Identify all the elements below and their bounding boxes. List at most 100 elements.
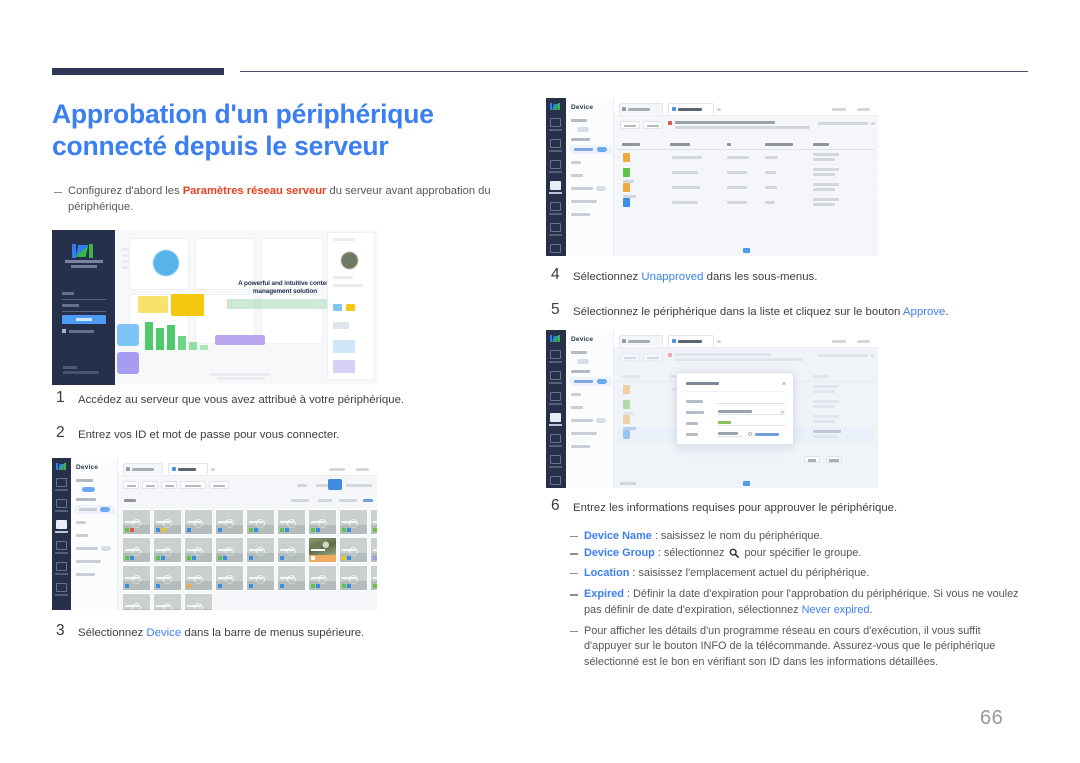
device-tile[interactable] — [153, 509, 182, 535]
toolbar-user[interactable] — [832, 340, 846, 343]
rail-icon-device[interactable] — [550, 181, 561, 190]
column-header-ip[interactable] — [727, 143, 731, 146]
rail-icon-rules[interactable] — [550, 223, 561, 232]
column-header-device-type[interactable] — [622, 143, 640, 146]
input-expired-date[interactable] — [717, 430, 743, 437]
toolbar-button[interactable] — [161, 481, 177, 489]
approve-device-dialog[interactable] — [676, 372, 794, 458]
nav-item-unapproved[interactable] — [79, 508, 97, 511]
search-input[interactable] — [346, 484, 372, 487]
nav-item-all[interactable] — [76, 479, 93, 482]
device-tile[interactable] — [122, 537, 151, 563]
nav-item-moderated[interactable] — [571, 445, 590, 448]
nav-item-batch-update[interactable] — [571, 419, 593, 422]
device-tile[interactable] — [122, 593, 151, 610]
input-location[interactable] — [717, 419, 785, 426]
rail-icon-schedule[interactable] — [550, 202, 561, 211]
table-row[interactable] — [617, 180, 875, 195]
device-tile[interactable] — [153, 565, 182, 591]
nav-item-all[interactable] — [571, 119, 587, 122]
device-tile-selected[interactable] — [308, 537, 337, 563]
device-tile[interactable] — [308, 565, 337, 591]
device-tile[interactable] — [184, 565, 213, 591]
nav-item-tags[interactable] — [76, 521, 86, 524]
nav-item-software-update[interactable] — [571, 432, 597, 435]
device-tile[interactable] — [184, 509, 213, 535]
nav-item-software-update[interactable] — [571, 200, 597, 203]
table-row[interactable] — [617, 150, 875, 165]
rail-icon-rules[interactable] — [56, 583, 67, 592]
toolbar-logout[interactable] — [857, 108, 870, 111]
rail-icon-dashboard[interactable] — [56, 478, 67, 487]
nav-item-by-group[interactable] — [571, 370, 590, 373]
device-tile[interactable] — [277, 565, 306, 591]
nav-item-batch-update[interactable] — [76, 547, 98, 550]
device-tile[interactable] — [122, 509, 151, 535]
nav-item-by-group[interactable] — [76, 498, 96, 501]
search-input[interactable] — [818, 122, 868, 125]
device-tile[interactable] — [370, 537, 377, 563]
rail-icon-dashboard[interactable] — [550, 350, 561, 359]
pagination-current-page[interactable] — [743, 248, 750, 253]
pagination-current-page[interactable] — [743, 481, 750, 486]
tab-close-icon[interactable] — [717, 340, 721, 343]
device-tile[interactable] — [153, 593, 182, 610]
password-input[interactable] — [62, 311, 106, 312]
device-tile[interactable] — [370, 565, 377, 591]
rail-icon-rules[interactable] — [550, 455, 561, 464]
toolbar-button[interactable] — [142, 481, 158, 489]
rail-icon-content[interactable] — [550, 371, 561, 380]
rail-icon-device[interactable] — [56, 520, 67, 529]
rail-icon-playlist[interactable] — [56, 541, 67, 550]
input-device-name[interactable] — [717, 397, 785, 404]
toolbar-logout[interactable] — [857, 340, 870, 343]
view-toggle-grid[interactable] — [328, 479, 342, 490]
nav-item-alarm[interactable] — [76, 534, 88, 537]
device-tile[interactable] — [246, 537, 275, 563]
table-row[interactable] — [617, 195, 875, 210]
reject-button[interactable] — [643, 121, 663, 129]
device-tile[interactable] — [277, 509, 306, 535]
device-tile[interactable] — [184, 537, 213, 563]
login-button[interactable] — [62, 315, 106, 324]
device-tile[interactable] — [184, 593, 213, 610]
close-icon[interactable] — [782, 381, 786, 385]
approve-button[interactable] — [620, 121, 640, 129]
nav-item-alarm[interactable] — [571, 174, 583, 177]
sort-by[interactable] — [291, 499, 309, 502]
nav-item-unapproved[interactable] — [574, 380, 593, 383]
dialog-cancel-button[interactable] — [826, 456, 842, 463]
nav-item-tags[interactable] — [571, 161, 581, 164]
never-expired-radio[interactable] — [748, 432, 752, 436]
nav-item-tags[interactable] — [571, 393, 581, 396]
rail-icon-schedule[interactable] — [56, 562, 67, 571]
toolbar-logout[interactable] — [356, 468, 369, 471]
device-tile[interactable] — [122, 565, 151, 591]
user-id-input[interactable] — [62, 299, 106, 300]
dialog-ok-button[interactable] — [804, 456, 820, 463]
column-header-approval-type[interactable] — [765, 143, 793, 146]
column-header-device-name[interactable] — [670, 143, 690, 146]
rail-icon-user[interactable] — [550, 244, 561, 253]
remember-me-checkbox[interactable] — [62, 329, 66, 333]
device-tile[interactable] — [339, 537, 368, 563]
nav-item-moderated[interactable] — [571, 213, 590, 216]
rail-icon-playlist[interactable] — [550, 160, 561, 169]
table-row[interactable] — [617, 165, 875, 180]
nav-item-software-update[interactable] — [76, 560, 101, 563]
device-tile[interactable] — [339, 509, 368, 535]
nav-item-alarm[interactable] — [571, 406, 583, 409]
toolbar-button[interactable] — [123, 481, 139, 489]
toolbar-button-export[interactable] — [209, 481, 229, 489]
device-tile[interactable] — [215, 509, 244, 535]
rail-icon-schedule[interactable] — [550, 434, 561, 443]
rail-icon-content[interactable] — [550, 139, 561, 148]
nav-item-unapproved[interactable] — [574, 148, 593, 151]
column-header-date[interactable] — [813, 143, 829, 146]
rail-icon-user[interactable] — [550, 476, 561, 485]
toolbar-button-more[interactable] — [180, 481, 206, 489]
rail-icon-dashboard[interactable] — [550, 118, 561, 127]
nav-item-moderated[interactable] — [76, 573, 95, 576]
device-tile[interactable] — [246, 565, 275, 591]
nav-item-batch-update[interactable] — [571, 187, 593, 190]
